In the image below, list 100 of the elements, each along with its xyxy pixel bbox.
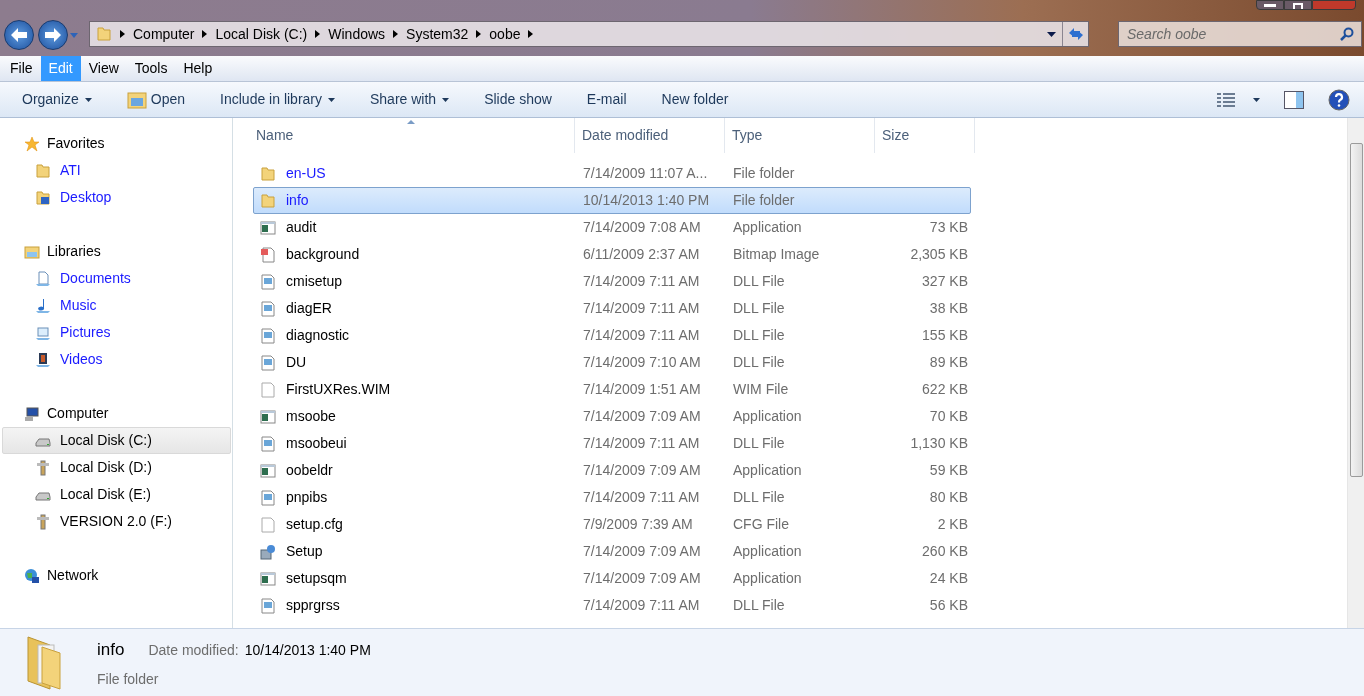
file-row[interactable]: setup.cfg 7/9/2009 7:39 AM CFG File 2 KB (253, 511, 971, 538)
file-row[interactable]: en-US 7/14/2009 11:07 A... File folder (253, 160, 971, 187)
search-field[interactable]: Search oobe (1118, 21, 1362, 47)
nav-item[interactable]: ATI (2, 157, 231, 184)
file-size: 59 KB (928, 461, 968, 480)
minimize-button[interactable] (1256, 0, 1284, 10)
column-header[interactable]: Type (725, 118, 875, 153)
menu-item[interactable]: Help (175, 56, 221, 81)
nav-group-header[interactable]: Libraries (2, 238, 231, 265)
nav-item[interactable]: Local Disk (D:) (2, 454, 231, 481)
column-header[interactable]: Size (875, 118, 975, 153)
file-row[interactable]: msoobe 7/14/2009 7:09 AM Application 70 KB (253, 403, 971, 430)
file-type: DLL File (732, 272, 786, 291)
file-size: 56 KB (928, 596, 968, 615)
column-header[interactable]: Date modified (575, 118, 725, 153)
music-icon (35, 297, 51, 314)
nav-group-header[interactable]: Computer (2, 400, 231, 427)
chevron-right-icon (202, 30, 208, 38)
file-row[interactable]: audit 7/14/2009 7:08 AM Application 73 KB (253, 214, 971, 241)
maximize-button[interactable] (1284, 0, 1312, 10)
file-name: audit (286, 218, 317, 237)
toolbar-button[interactable]: Organize (14, 89, 100, 110)
breadcrumb[interactable]: Local Disk (C:) (215, 23, 308, 45)
back-button[interactable] (4, 20, 34, 50)
file-name: msoobeui (286, 434, 347, 453)
file-row[interactable]: pnpibs 7/14/2009 7:11 AM DLL File 80 KB (253, 484, 971, 511)
nav-item[interactable]: Pictures (2, 319, 231, 346)
menu-item[interactable]: Tools (126, 56, 176, 81)
file-name: msoobe (286, 407, 336, 426)
file-row[interactable]: diagnostic 7/14/2009 7:11 AM DLL File 155 KB (253, 322, 971, 349)
file-type: DLL File (732, 434, 786, 453)
date-modified: 7/14/2009 11:07 A... (582, 164, 709, 183)
toolbar-button[interactable]: Open (118, 89, 194, 110)
file-row[interactable]: cmisetup 7/14/2009 7:11 AM DLL File 327 KB (253, 268, 971, 295)
view-options-button[interactable] (1217, 91, 1260, 108)
file-name: DU (286, 353, 307, 372)
desktop-icon (35, 189, 51, 206)
file-name: oobeldr (286, 461, 333, 480)
nav-item[interactable]: Local Disk (C:) (2, 427, 231, 454)
toolbar-button[interactable]: Share with (362, 89, 458, 110)
breadcrumb[interactable]: System32 (406, 23, 469, 45)
date-modified-label: Date modified: (148, 641, 239, 660)
nav-item[interactable]: Documents (2, 265, 231, 292)
preview-pane-icon (1284, 90, 1304, 109)
dll-icon (260, 327, 276, 344)
date-modified: 10/14/2013 1:40 PM (582, 191, 711, 210)
file-row[interactable]: FirstUXRes.WIM 7/14/2009 1:51 AM WIM File 622 KB (253, 376, 971, 403)
forward-button[interactable] (38, 20, 68, 50)
toolbar-button[interactable]: Slide show (476, 89, 560, 110)
file-type: File folder (732, 164, 796, 183)
toolbar-button[interactable]: New folder (653, 89, 737, 110)
date-modified: 7/14/2009 7:09 AM (582, 461, 702, 480)
file-row[interactable]: spprgrss 7/14/2009 7:11 AM DLL File 56 KB (253, 592, 971, 619)
nav-group-header[interactable]: Favorites (2, 130, 231, 157)
nav-item[interactable]: Videos (2, 346, 231, 373)
nav-group-header[interactable]: Network (2, 562, 231, 589)
breadcrumb[interactable]: oobe (489, 23, 521, 45)
nav-item[interactable]: Music (2, 292, 231, 319)
documents-icon (35, 270, 51, 287)
preview-pane-button[interactable] (1284, 90, 1304, 109)
help-icon (1328, 88, 1350, 111)
date-modified: 7/14/2009 1:51 AM (582, 380, 702, 399)
vertical-scrollbar[interactable] (1347, 118, 1364, 628)
file-size: 155 KB (921, 326, 968, 345)
app-icon (260, 219, 276, 236)
network-icon (24, 567, 40, 584)
date-modified: 7/14/2009 7:11 AM (582, 299, 701, 318)
file-row[interactable]: setupsqm 7/14/2009 7:09 AM Application 24 KB (253, 565, 971, 592)
file-type: Application (732, 542, 803, 561)
file-row[interactable]: DU 7/14/2009 7:10 AM DLL File 89 KB (253, 349, 971, 376)
breadcrumb[interactable]: Computer (133, 23, 195, 45)
file-icon (260, 381, 276, 398)
file-row[interactable]: info 10/14/2013 1:40 PM File folder (253, 187, 971, 214)
breadcrumb[interactable]: Windows (328, 23, 386, 45)
file-row[interactable]: diagER 7/14/2009 7:11 AM DLL File 38 KB (253, 295, 971, 322)
menu-item[interactable]: View (80, 56, 127, 81)
toolbar-button[interactable]: Include in library (212, 89, 343, 110)
address-bar[interactable]: Computer Local Disk (C:) Windows System32 oobe (89, 21, 1089, 47)
toolbar-button[interactable]: E-mail (578, 89, 635, 110)
nav-item[interactable]: Desktop (2, 184, 231, 211)
file-row[interactable]: Setup 7/14/2009 7:09 AM Application 260 KB (253, 538, 971, 565)
file-name: cmisetup (286, 272, 343, 291)
file-row[interactable]: oobeldr 7/14/2009 7:09 AM Application 59 KB (253, 457, 971, 484)
caret-icon (84, 97, 92, 102)
help-button[interactable] (1328, 88, 1350, 111)
file-icon (260, 516, 276, 533)
date-modified: 7/14/2009 7:10 AM (582, 353, 702, 372)
app-icon (260, 462, 276, 479)
menu-item[interactable]: File (2, 56, 41, 81)
nav-item[interactable]: VERSION 2.0 (F:) (2, 508, 231, 535)
dll-icon (260, 489, 276, 506)
nav-item[interactable]: Local Disk (E:) (2, 481, 231, 508)
file-row[interactable]: background 6/11/2009 2:37 AM Bitmap Image 2,305 KB (253, 241, 971, 268)
file-type: Bitmap Image (732, 245, 821, 264)
scrollbar-thumb[interactable] (1349, 143, 1363, 477)
file-size: 89 KB (928, 353, 968, 372)
file-row[interactable]: msoobeui 7/14/2009 7:11 AM DLL File 1,130 KB (253, 430, 971, 457)
file-name: diagnostic (286, 326, 350, 345)
caret-icon (328, 97, 335, 102)
pictures-icon (35, 324, 51, 341)
